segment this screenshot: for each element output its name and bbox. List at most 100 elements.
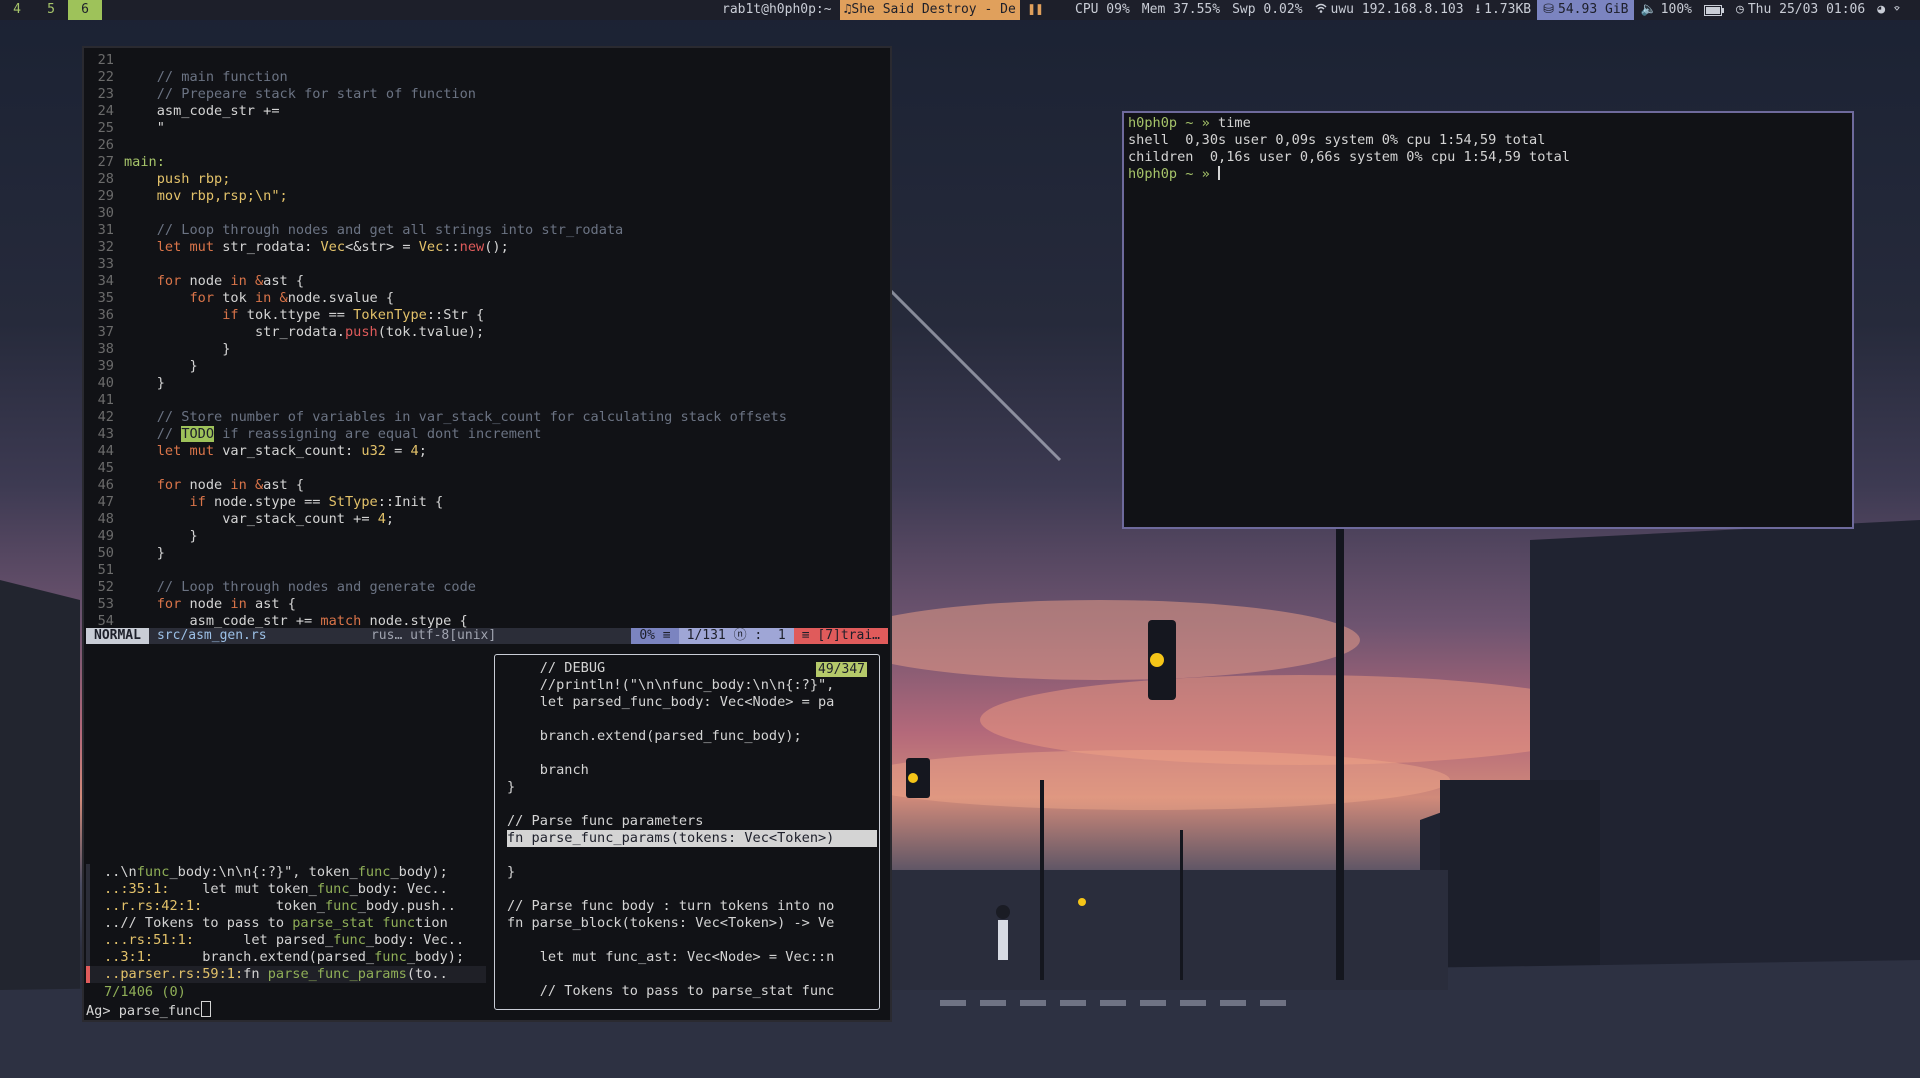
line-number: 25 [97,120,114,136]
line-number: 31 [97,222,114,238]
battery-icon [1698,4,1730,16]
search-results-list[interactable]: ..\nfunc_body:\n\n{:?}", token_func_body… [86,864,486,983]
line-number: 48 [97,511,114,527]
preview-line [495,711,879,728]
clock-widget[interactable]: ◷ Thu 25/03 01:06 [1730,0,1871,20]
terminal-text: children 0,16s user 0,66s system 0% cpu … [1128,149,1570,165]
code-line[interactable]: 50 } [84,545,890,562]
workspace-4-button[interactable]: 4 [0,0,34,20]
code-line[interactable]: 28 push rbp; [84,171,890,188]
download-icon: ⭳ [1475,2,1481,17]
code-line[interactable]: 24 asm_code_str += [84,103,890,120]
search-result-item[interactable]: ..// Tokens to pass to parse_stat functi… [86,915,486,932]
line-number: 21 [97,52,114,68]
workspace-5-button[interactable]: 5 [34,0,68,20]
code-line[interactable]: 46 for node in &ast { [84,477,890,494]
cpu-usage: CPU 09% [1075,2,1130,17]
workspace-6-button[interactable]: 6 [68,0,102,20]
code-line[interactable]: 51 [84,562,890,579]
pause-icon[interactable]: ❚❚ [1028,0,1044,20]
preview-pane: // DEBUG //println!("\n\nfunc_body:\n\n{… [494,654,880,1010]
search-result-item[interactable]: ..r.rs:42:1: token_func_body.push.. [86,898,486,915]
disk-free: 54.93 GiB [1558,2,1629,17]
code-line[interactable]: 37 str_rodata.push(tok.tvalue); [84,324,890,341]
code-line[interactable]: 44 let mut var_stack_count: u32 = 4; [84,443,890,460]
line-number: 42 [97,409,114,425]
prompt-label: Ag> [86,1003,111,1019]
line-number: 34 [97,273,114,289]
terminal-line: children 0,16s user 0,66s system 0% cpu … [1124,149,1852,166]
code-line[interactable]: 52 // Loop through nodes and generate co… [84,579,890,596]
vim-editor-window[interactable]: 21 22 // main function 23 // Prepeare stac… [82,46,892,650]
code-line[interactable]: 40 } [84,375,890,392]
code-line[interactable]: 22 // main function [84,69,890,86]
preview-line: fn parse_block(tokens: Vec<Token>) -> Ve [507,915,835,931]
code-line[interactable]: 53 for node in ast { [84,596,890,613]
terminal-window[interactable]: h0ph0p ~ » time shell 0,30s user 0,09s sy… [1122,111,1854,529]
code-line[interactable]: 33 [84,256,890,273]
code-line[interactable]: 39 } [84,358,890,375]
wifi-icon [1315,0,1327,20]
line-number: 45 [97,460,114,476]
volume-widget[interactable]: 🔈 100% [1634,0,1698,20]
code-line[interactable]: 26 [84,137,890,154]
line-number: 36 [97,307,114,323]
code-line[interactable]: 49 } [84,528,890,545]
search-result-item[interactable]: ..parser.rs:59:1:fn parse_func_params(to… [86,966,486,983]
code-line[interactable]: 30 [84,205,890,222]
discord-tray-icon[interactable]: ◕ [1871,0,1891,20]
code-line[interactable]: 42 // Store number of variables in var_s… [84,409,890,426]
code-line[interactable]: 21 [84,52,890,69]
line-number: 28 [97,171,114,187]
code-line[interactable]: 47 if node.stype == StType::Init { [84,494,890,511]
code-line[interactable]: 25 " [84,120,890,137]
vim-warnings: ≡ [7]trai… [793,628,888,644]
preview-line: branch.extend(parsed_func_body); [507,728,802,744]
search-prompt[interactable]: Ag> parse_func [86,1001,211,1020]
line-number: 23 [97,86,114,102]
preview-line [495,966,879,983]
preview-line [495,881,879,898]
line-number: 37 [97,324,114,340]
code-line[interactable]: 36 if tok.ttype == TokenType::Str { [84,307,890,324]
code-line[interactable]: 41 [84,392,890,409]
line-number: 24 [97,103,114,119]
code-line[interactable]: 32 let mut str_rodata: Vec<&str> = Vec::… [84,239,890,256]
preview-line [495,847,879,864]
fzf-search-pane[interactable]: ..\nfunc_body:\n\n{:?}", token_func_body… [82,646,892,1022]
code-line[interactable]: 29 mov rbp,rsp;\n"; [84,188,890,205]
terminal-text: time [1209,115,1251,131]
preview-line [495,796,879,813]
code-line[interactable]: 38 } [84,341,890,358]
search-input[interactable]: parse_func [119,1003,201,1019]
shell-prompt: h0ph0p ~ » [1128,166,1210,182]
network-widget[interactable]: uwu 192.168.8.103 [1309,0,1470,20]
music-track: She Said Destroy - De [851,2,1016,17]
search-result-item[interactable]: ..:35:1: let mut token_func_body: Vec.. [86,881,486,898]
top-status-bar: 4 5 6 rab1t@h0ph0p:~ ♫She Said Destroy -… [0,0,1920,20]
code-line[interactable]: 23 // Prepeare stack for start of functi… [84,86,890,103]
code-buffer[interactable]: 21 22 // main function 23 // Prepeare stac… [84,52,890,630]
code-line[interactable]: 35 for tok in &node.svalue { [84,290,890,307]
shell-prompt: h0ph0p ~ » [1128,115,1210,131]
wifi-tray-icon[interactable]: ⌔ [1891,0,1903,20]
search-result-item[interactable]: ..3:1: branch.extend(parsed_func_body); [86,949,486,966]
preview-line [495,745,879,762]
search-result-item[interactable]: ...rs:51:1: let parsed_func_body: Vec.. [86,932,486,949]
code-line[interactable]: 43 // TODO if reassigning are equal dont… [84,426,890,443]
disk-icon: ⛁ [1543,2,1555,17]
code-line[interactable]: 31 // Loop through nodes and get all str… [84,222,890,239]
window-title: rab1t@h0ph0p:~ [722,2,832,17]
search-result-item[interactable]: ..\nfunc_body:\n\n{:?}", token_func_body… [86,864,486,881]
line-number: 35 [97,290,114,306]
code-line[interactable]: 27 main: [84,154,890,171]
music-widget[interactable]: ♫She Said Destroy - De [839,0,1020,20]
mem-usage: Mem 37.55% [1141,2,1221,17]
preview-line: // Parse func body : turn tokens into no [507,898,835,914]
terminal-cursor [1218,166,1221,180]
code-line[interactable]: 45 [84,460,890,477]
line-number: 53 [97,596,114,612]
code-line[interactable]: 34 for node in &ast { [84,273,890,290]
preview-line: let mut func_ast: Vec<Node> = Vec::n [507,949,835,965]
code-line[interactable]: 48 var_stack_count += 4; [84,511,890,528]
